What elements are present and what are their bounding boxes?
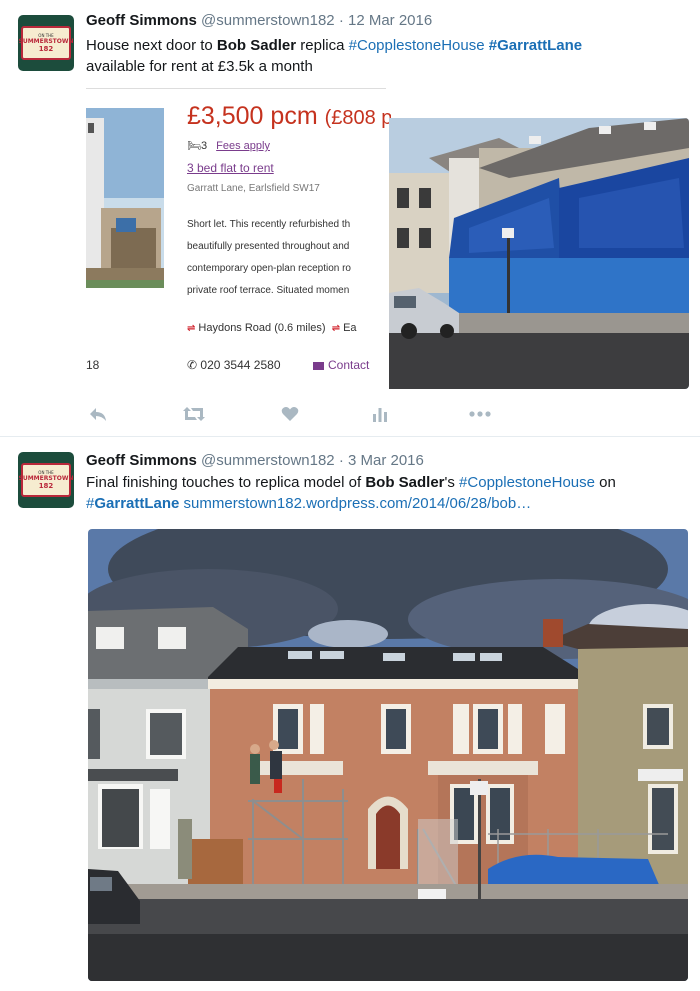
listing-thumbnail	[86, 108, 164, 383]
avatar-logo: ON THE SUMMERSTOWN 182	[19, 26, 74, 60]
separator: ·	[338, 12, 344, 29]
tweet-text: Final finishing touches to replica model…	[86, 474, 616, 512]
fees-link[interactable]: Fees apply	[216, 140, 270, 152]
tweet-date[interactable]: 12 Mar 2016	[348, 12, 432, 29]
analytics-button[interactable]	[368, 403, 392, 425]
retweet-button[interactable]	[182, 403, 206, 425]
listing-description: Short let. This recently refurbished th …	[187, 219, 351, 296]
listing-title[interactable]: 3 bed flat to rent	[187, 161, 274, 175]
hashtag-garrattlane[interactable]: #GarrattLane	[489, 37, 582, 54]
more-button[interactable]	[468, 403, 492, 425]
listing-price: £3,500 pcm (£808 p	[187, 102, 391, 130]
avatar[interactable]: ON THE SUMMERSTOWN 182	[18, 15, 74, 71]
reply-icon	[90, 408, 106, 421]
author-name[interactable]: Geoff Simmons	[86, 452, 197, 469]
phone-icon: ✆	[187, 358, 198, 372]
like-button[interactable]	[278, 403, 302, 425]
author-handle[interactable]: @summerstown182	[201, 452, 335, 469]
tweet-actions	[86, 403, 506, 425]
nearest-stations: ⇌ Haydons Road (0.6 miles) ⇌ Ea	[187, 322, 357, 334]
hashtag-copplestonehouse[interactable]: #CopplestoneHouse	[459, 474, 595, 491]
avatar[interactable]: ON THE SUMMERSTOWN 182	[18, 452, 74, 508]
contact-link[interactable]: Contact	[313, 358, 369, 372]
listing-address: Garratt Lane, Earlsfield SW17	[187, 183, 320, 194]
rail-icon: ⇌	[187, 323, 195, 334]
envelope-icon	[313, 361, 324, 370]
more-icon	[469, 411, 491, 417]
divider	[86, 88, 386, 89]
retweet-icon	[183, 407, 205, 421]
tweet-photo[interactable]	[88, 529, 688, 981]
like-icon	[281, 407, 299, 421]
listing-screenshot[interactable]: £3,500 pcm (£808 p 🛏3 Fees apply 3 bed f…	[86, 88, 391, 388]
tweet-text: House next door to Bob Sadler replica #C…	[86, 37, 583, 75]
bed-count: 🛏3 Fees apply	[187, 140, 270, 152]
hashtag-copplestonehouse[interactable]: #CopplestoneHouse	[349, 37, 485, 54]
tweet-date[interactable]: 3 Mar 2016	[348, 452, 424, 469]
tweet-header: Geoff Simmons @summerstown182 · 3 Mar 20…	[86, 451, 424, 471]
page-fragment: 18	[86, 358, 100, 372]
author-handle[interactable]: @summerstown182	[201, 12, 335, 29]
tweet-link[interactable]: summerstown182.wordpress.com/2014/06/28/…	[184, 495, 532, 512]
hashtag-garrattlane[interactable]: #GarrattLane	[86, 495, 179, 512]
bed-icon: 🛏	[187, 140, 201, 152]
listing-phone[interactable]: ✆ 020 3544 2580	[187, 358, 281, 372]
highlighted-name: Bob Sadler	[365, 474, 445, 491]
rail-icon: ⇌	[331, 323, 340, 334]
analytics-icon	[373, 408, 387, 422]
tweet[interactable]: ON THE SUMMERSTOWN 182 Geoff Simmons @su…	[0, 0, 700, 437]
avatar-logo: ON THE SUMMERSTOWN 182	[19, 463, 74, 497]
reply-button[interactable]	[86, 403, 110, 425]
highlighted-name: Bob Sadler	[216, 37, 297, 54]
tweet-photo[interactable]	[389, 118, 689, 389]
author-name[interactable]: Geoff Simmons	[86, 12, 197, 29]
separator: ·	[338, 452, 344, 469]
tweet[interactable]: ON THE SUMMERSTOWN 182 Geoff Simmons @su…	[0, 437, 700, 991]
tweet-header: Geoff Simmons @summerstown182 · 12 Mar 2…	[86, 11, 432, 31]
